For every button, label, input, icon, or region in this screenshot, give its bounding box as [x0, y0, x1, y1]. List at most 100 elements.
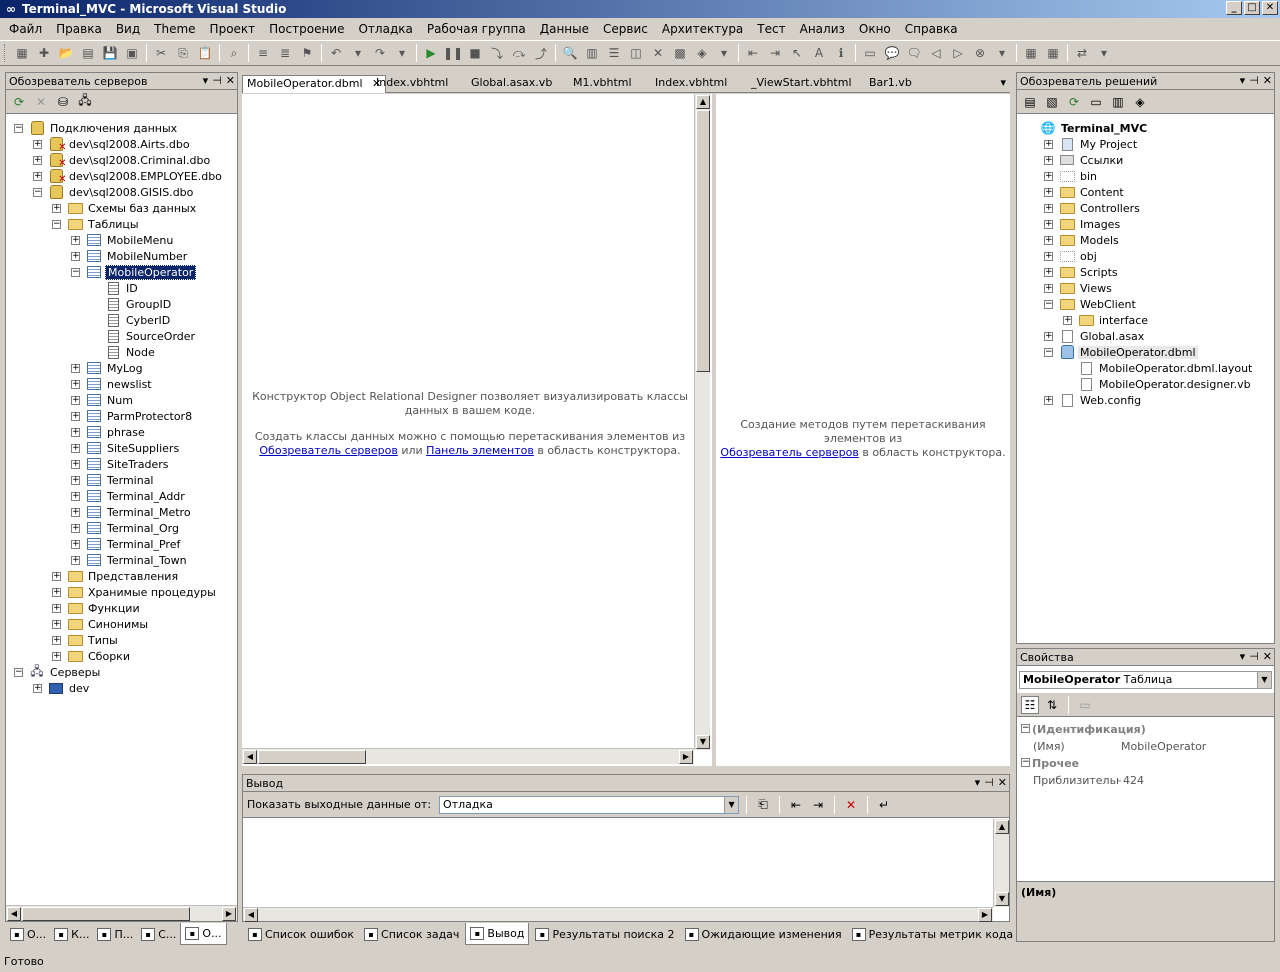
tree-node[interactable]: − dev\sql2008.GISIS.dbo	[33, 184, 195, 200]
menu-item[interactable]: Отладка	[351, 19, 419, 39]
class-view-icon[interactable]: ▩	[671, 44, 689, 62]
stop-icon[interactable]: ■	[466, 44, 484, 62]
tree-node[interactable]: − Подключения данных	[14, 120, 179, 136]
expand-icon[interactable]: +	[1044, 395, 1053, 405]
document-tab[interactable]: Bar1.vb	[865, 75, 916, 93]
scroll-down-icon[interactable]: ▼	[995, 892, 1009, 906]
output-hscroll[interactable]: ◀ ▶	[243, 907, 993, 922]
expand-icon[interactable]: +	[1044, 187, 1053, 197]
step-out-icon[interactable]: ⤴	[532, 44, 550, 62]
expand-icon[interactable]: +	[71, 379, 80, 389]
maximize-button[interactable]: □	[1244, 1, 1260, 15]
undo-dropdown-icon[interactable]: ▾	[349, 44, 367, 62]
class-diagram-icon[interactable]: ◈	[1131, 93, 1149, 111]
tree-node[interactable]: + Схемы баз данных	[52, 200, 198, 216]
next-message-icon[interactable]: ⇥	[809, 796, 827, 814]
refresh-icon[interactable]: ⟳	[1065, 93, 1083, 111]
collapse-icon[interactable]: −	[71, 267, 80, 277]
document-tab[interactable]: Index.vbhtml	[372, 75, 452, 93]
tree-node[interactable]: + ParmProtector8	[71, 408, 194, 424]
connect-to-database-icon[interactable]: ⛁	[54, 93, 72, 111]
tree-node[interactable]: + Content	[1044, 184, 1126, 200]
parameter-info-icon[interactable]: A	[810, 44, 828, 62]
menu-item[interactable]: Theme	[147, 19, 202, 39]
expand-icon[interactable]: +	[33, 683, 42, 693]
bottom-tab[interactable]: ▪ Результаты метрик кода	[848, 923, 1017, 945]
add-item-icon[interactable]: ✚	[35, 44, 53, 62]
find-icon[interactable]: ⌕	[225, 44, 243, 62]
tree-node[interactable]: + Terminal_Metro	[71, 504, 193, 520]
tree-node[interactable]: + bin	[1044, 168, 1099, 184]
expand-icon[interactable]: +	[1044, 235, 1053, 245]
align-icon[interactable]: ⇤	[744, 44, 762, 62]
previous-message-icon[interactable]: ⇤	[787, 796, 805, 814]
expand-icon[interactable]: +	[1044, 251, 1053, 261]
designer-hscroll[interactable]: ◀ ▶	[242, 748, 694, 764]
scroll-down-icon[interactable]: ▼	[696, 735, 710, 749]
property-name-value[interactable]: MobileOperator	[1121, 738, 1206, 755]
expand-icon[interactable]: +	[71, 411, 80, 421]
menu-item[interactable]: Сервис	[596, 19, 655, 39]
previous-bookmark-icon[interactable]: ◁	[927, 44, 945, 62]
bottom-tab[interactable]: ▪ Ожидающие изменения	[681, 923, 846, 945]
tabs-dropdown-icon[interactable]: ▾	[1000, 76, 1006, 89]
menu-item[interactable]: Построение	[262, 19, 351, 39]
copy-icon[interactable]: ⎘	[174, 44, 192, 62]
add-new-item-icon[interactable]: ▤	[79, 44, 97, 62]
output-vscroll[interactable]: ▲ ▼	[993, 819, 1009, 907]
collapse-icon[interactable]: −	[1021, 758, 1030, 767]
expand-icon[interactable]: +	[71, 395, 80, 405]
menu-item[interactable]: Рабочая группа	[420, 19, 533, 39]
expand-icon[interactable]: +	[1044, 331, 1053, 341]
find-in-files-icon[interactable]: 🔍	[561, 44, 579, 62]
tree-node[interactable]: GroupID	[90, 296, 173, 312]
save-all-icon[interactable]: ▣	[123, 44, 141, 62]
tree-node[interactable]: + Функции	[52, 600, 142, 616]
save-icon[interactable]: 💾	[101, 44, 119, 62]
tree-node[interactable]: MobileOperator.dbml.layout	[1063, 360, 1254, 376]
bottom-tab[interactable]: ▪ Список задач	[360, 923, 463, 945]
tree-node[interactable]: + Представления	[52, 568, 180, 584]
tree-node[interactable]: + Terminal	[71, 472, 156, 488]
new-project-icon[interactable]: ▦	[13, 44, 31, 62]
word-wrap-icon[interactable]: ↵	[875, 796, 893, 814]
document-tab[interactable]: Index.vbhtml	[651, 75, 731, 93]
connect-to-server-icon[interactable]: 🖧	[76, 93, 94, 111]
tree-node[interactable]: − Таблицы	[52, 216, 141, 232]
refresh-icon[interactable]: ⟳	[10, 93, 28, 111]
tree-node[interactable]: + SiteTraders	[71, 456, 171, 472]
designer-methods-pane[interactable]: Создание методов путем перетаскивания эл…	[716, 94, 1010, 766]
document-tab[interactable]: M1.vbhtml	[569, 75, 636, 93]
collapse-icon[interactable]: −	[1021, 724, 1030, 733]
tree-node[interactable]: CyberID	[90, 312, 172, 328]
property-row-approx[interactable]: Приблизительное ч 424	[1017, 772, 1273, 789]
object-browser-icon[interactable]: ◫	[627, 44, 645, 62]
expand-icon[interactable]: +	[1044, 267, 1053, 277]
server-explorer-hscroll[interactable]: ◀ ▶	[6, 905, 237, 921]
close-button[interactable]: ✕	[1262, 1, 1278, 15]
tree-node[interactable]: + Типы	[52, 632, 120, 648]
menu-item[interactable]: Файл	[2, 19, 49, 39]
tree-node[interactable]: + newslist	[71, 376, 154, 392]
tree-node[interactable]: + My Project	[1044, 136, 1139, 152]
toolbar-overflow-icon[interactable]: ▾	[715, 44, 733, 62]
tree-node[interactable]: + Terminal_Org	[71, 520, 181, 536]
property-row-name[interactable]: (Имя) MobileOperator	[1017, 738, 1273, 755]
expand-icon[interactable]: +	[33, 171, 42, 181]
tree-node[interactable]: + Синонимы	[52, 616, 150, 632]
quick-info-icon[interactable]: ℹ	[832, 44, 850, 62]
pin-icon[interactable]: ⊣	[1249, 74, 1259, 87]
window-position-dropdown-icon[interactable]: ▾	[975, 776, 981, 789]
member-list-icon[interactable]: ↖	[788, 44, 806, 62]
menu-item[interactable]: Правка	[49, 19, 109, 39]
object-selector-dropdown[interactable]: MobileOperator Таблица ▼	[1019, 671, 1272, 689]
collapse-icon[interactable]: −	[14, 667, 23, 677]
category-identification[interactable]: − (Идентификация)	[1017, 721, 1273, 738]
property-pages-icon[interactable]: ▭	[1076, 696, 1094, 714]
expand-icon[interactable]: +	[1044, 283, 1053, 293]
menu-item[interactable]: Тест	[750, 19, 792, 39]
expand-icon[interactable]: +	[71, 251, 80, 261]
designer-class-pane[interactable]: Конструктор Object Relational Designer п…	[242, 94, 712, 766]
tree-node[interactable]: 🌐 Terminal_MVC	[1025, 120, 1149, 136]
clear-all-icon[interactable]: ✕	[842, 796, 860, 814]
